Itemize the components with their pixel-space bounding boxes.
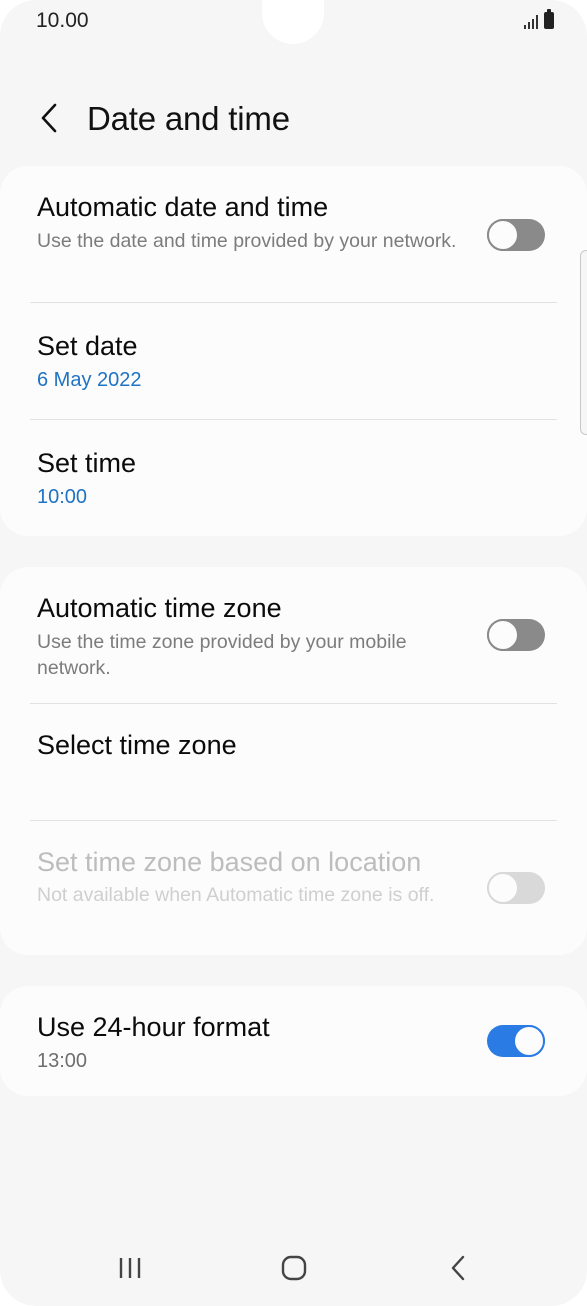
recent-apps-icon (119, 1258, 141, 1278)
back-button[interactable] (30, 98, 70, 138)
row-title: Automatic time zone (37, 593, 282, 623)
back-nav-button[interactable] (433, 1252, 483, 1284)
row-title: Set time (37, 448, 137, 478)
use-24-hour-row[interactable]: Use 24-hour format 13:00 (0, 986, 587, 1096)
automatic-date-time-row[interactable]: Automatic date and time Use the date and… (0, 166, 587, 302)
automatic-time-zone-row[interactable]: Automatic time zone Use the time zone pr… (0, 567, 587, 703)
camera-notch (262, 0, 324, 44)
select-time-zone-row[interactable]: Select time zone (0, 704, 587, 820)
set-date-row[interactable]: Set date 6 May 2022 (0, 303, 587, 419)
toggle-knob (513, 1025, 545, 1057)
row-subtitle: Not available when Automatic time zone i… (37, 884, 435, 906)
time-zone-location-toggle (487, 872, 545, 904)
format-card: Use 24-hour format 13:00 (0, 986, 587, 1096)
date-time-card: Automatic date and time Use the date and… (0, 166, 587, 536)
phone-screen: 10.00 Date and time Automatic date and t… (0, 0, 587, 1306)
time-zone-card: Automatic time zone Use the time zone pr… (0, 567, 587, 955)
toggle-knob (487, 219, 519, 251)
row-title: Set date (37, 331, 138, 361)
row-subtitle: Use the date and time provided by your n… (37, 230, 457, 252)
page-title: Date and time (87, 100, 290, 137)
automatic-time-zone-toggle[interactable] (487, 619, 545, 651)
app-header: Date and time (0, 90, 587, 150)
status-time: 10.00 (36, 9, 89, 32)
navigation-bar (0, 1240, 587, 1296)
status-icons (524, 9, 554, 29)
home-button[interactable] (269, 1252, 319, 1284)
row-title: Set time zone based on location (37, 847, 422, 877)
chevron-left-icon (41, 103, 57, 133)
toggle-knob (487, 872, 519, 904)
home-icon (281, 1255, 307, 1281)
scroll-indicator[interactable] (580, 250, 587, 435)
row-title: Select time zone (37, 730, 237, 760)
back-icon (451, 1255, 465, 1281)
signal-bars-icon (524, 13, 538, 29)
set-time-value: 10:00 (37, 486, 88, 508)
use-24-hour-toggle[interactable] (487, 1025, 545, 1057)
automatic-date-time-toggle[interactable] (487, 219, 545, 251)
time-zone-location-row: Set time zone based on location Not avai… (0, 821, 587, 955)
recent-apps-button[interactable] (105, 1252, 155, 1284)
set-time-row[interactable]: Set time 10:00 (0, 420, 587, 536)
battery-icon (544, 9, 554, 29)
use-24-hour-value: 13:00 (37, 1050, 88, 1072)
row-title: Automatic date and time (37, 192, 329, 222)
row-title: Use 24-hour format (37, 1012, 270, 1042)
toggle-knob (487, 619, 519, 651)
set-date-value: 6 May 2022 (37, 369, 142, 391)
row-subtitle: Use the time zone provided by your mobil… (37, 631, 407, 679)
